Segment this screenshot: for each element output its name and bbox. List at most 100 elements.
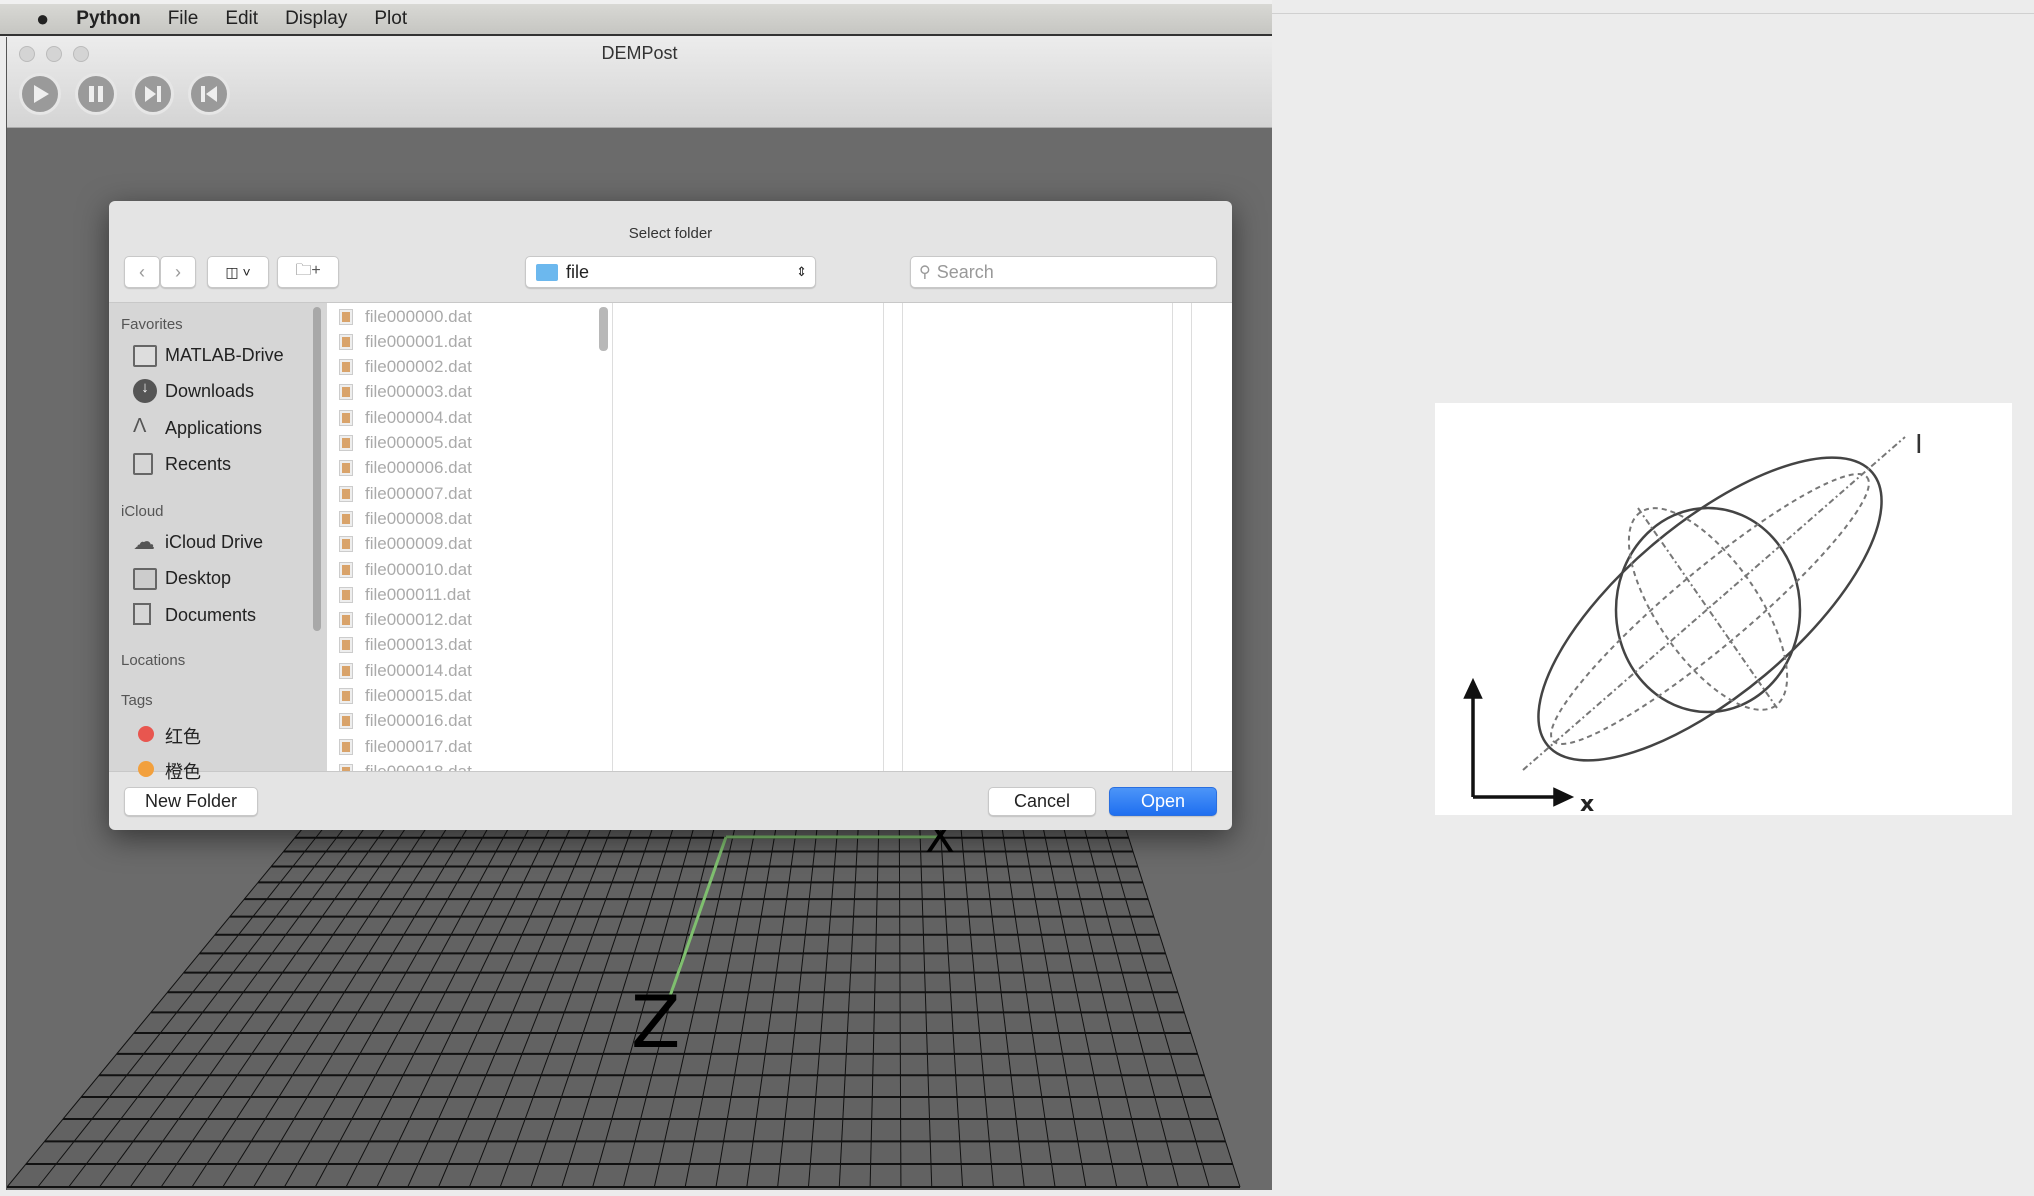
- location-label: file: [566, 261, 590, 282]
- browser-area: Favorites MATLAB-Drive ↓ Downloads Λ App…: [109, 302, 1232, 782]
- principal-axis-line: [1522, 436, 1906, 771]
- dat-file-icon: [339, 384, 353, 401]
- file-row[interactable]: file000018.dat: [328, 759, 472, 771]
- updown-chevron-icon: ⇕: [796, 264, 807, 279]
- ellipsoid-diagram: I x: [1463, 430, 1923, 817]
- file-row[interactable]: file000002.dat: [328, 355, 472, 380]
- file-name: file000006.dat: [365, 458, 472, 478]
- sidebar-item-matlab-drive[interactable]: MATLAB-Drive: [165, 345, 284, 366]
- sidebar-item-desktop[interactable]: Desktop: [165, 568, 231, 589]
- dat-file-icon: [339, 713, 353, 730]
- sidebar-heading-icloud: iCloud: [121, 503, 164, 520]
- orange-tag-icon: [138, 761, 154, 777]
- dat-file-icon: [339, 612, 353, 629]
- dialog-title: Select folder: [628, 225, 713, 242]
- menu-plot[interactable]: Plot: [374, 8, 407, 30]
- file-row[interactable]: file000006.dat: [328, 456, 472, 481]
- file-name: file000011.dat: [365, 584, 471, 604]
- column-divider: [1172, 303, 1173, 771]
- sidebar-item-recents[interactable]: Recents: [165, 454, 231, 475]
- sidebar-tag-orange[interactable]: 橙色: [165, 758, 201, 784]
- file-name: file000002.dat: [365, 357, 472, 377]
- dat-file-icon: [339, 510, 353, 527]
- red-tag-icon: [138, 726, 154, 742]
- back-button[interactable]: ‹: [124, 256, 160, 288]
- file-row[interactable]: file000007.dat: [328, 481, 472, 506]
- location-popup[interactable]: file ⇕: [525, 256, 816, 288]
- applications-icon: Λ: [133, 415, 147, 437]
- file-row[interactable]: file000001.dat: [328, 329, 472, 354]
- file-row[interactable]: file000003.dat: [328, 380, 472, 405]
- file-row[interactable]: file000013.dat: [328, 633, 472, 658]
- menu-app-name[interactable]: Python: [76, 8, 140, 30]
- dat-file-icon: [339, 688, 353, 704]
- dat-file-icon: [339, 308, 353, 325]
- recents-icon: [133, 453, 153, 475]
- minor-axis-line: [1637, 507, 1778, 709]
- dat-file-icon: [339, 586, 353, 603]
- file-row[interactable]: file000010.dat: [328, 557, 472, 582]
- file-name: file000018.dat: [365, 762, 472, 771]
- desktop-icon: [133, 568, 157, 590]
- sidebar-item-applications[interactable]: Applications: [165, 418, 262, 439]
- downloads-icon: ↓: [133, 379, 157, 403]
- view-mode-button[interactable]: ◫ ˅: [207, 256, 269, 288]
- sidebar-item-icloud-drive[interactable]: iCloud Drive: [165, 532, 263, 553]
- apple-icon[interactable]: ●: [36, 6, 49, 32]
- file-name: file000010.dat: [365, 559, 472, 579]
- menu-file[interactable]: File: [168, 8, 199, 30]
- file-name: file000017.dat: [365, 736, 472, 756]
- cloud-icon: ☁: [133, 529, 155, 554]
- file-name: file000000.dat: [365, 306, 472, 326]
- file-name: file000005.dat: [365, 433, 472, 452]
- file-row[interactable]: file000016.dat: [328, 709, 472, 734]
- z-axis-label: Z: [631, 980, 680, 1064]
- floor-plane: [7, 817, 1240, 1187]
- search-input[interactable]: ⚲ Search: [910, 256, 1217, 288]
- new-folder-button[interactable]: New Folder: [124, 787, 258, 816]
- arrow-right-icon: [1553, 787, 1575, 807]
- folder-icon: [536, 263, 558, 281]
- dat-file-icon: [339, 435, 353, 451]
- file-name: file000004.dat: [365, 407, 472, 427]
- sidebar-item-documents[interactable]: Documents: [165, 605, 256, 626]
- sidebar-heading-locations: Locations: [121, 652, 186, 669]
- file-row[interactable]: file000000.dat: [328, 304, 472, 329]
- menu-bar: ● Python File Edit Display Plot: [0, 4, 1272, 36]
- column-divider: [883, 303, 884, 771]
- file-name: file000001.dat: [365, 331, 472, 351]
- file-row[interactable]: file000015.dat: [328, 684, 472, 709]
- file-row[interactable]: file000012.dat: [328, 608, 472, 633]
- principal-axis-label: I: [1915, 430, 1923, 460]
- menu-display[interactable]: Display: [285, 8, 347, 30]
- dat-file-icon: [339, 637, 353, 654]
- file-row[interactable]: file000005.dat: [328, 431, 472, 456]
- documents-icon: [133, 603, 151, 625]
- file-row[interactable]: file000008.dat: [328, 506, 472, 531]
- file-name: file000012.dat: [365, 610, 472, 630]
- menu-edit[interactable]: Edit: [225, 8, 258, 30]
- new-folder-icon-button[interactable]: 🗀+: [277, 256, 339, 288]
- column-divider: [612, 303, 613, 771]
- forward-button[interactable]: ›: [160, 256, 196, 288]
- file-row[interactable]: file000017.dat: [328, 734, 472, 759]
- x-label: x: [1580, 792, 1594, 815]
- dat-file-icon: [339, 662, 353, 679]
- sidebar-item-downloads[interactable]: Downloads: [165, 381, 254, 402]
- open-button[interactable]: Open: [1109, 787, 1217, 816]
- file-row[interactable]: file000004.dat: [328, 405, 472, 430]
- file-row[interactable]: file000011.dat: [328, 582, 471, 607]
- sidebar-tag-red[interactable]: 红色: [165, 723, 201, 749]
- dat-file-icon: [339, 409, 353, 426]
- outer-ellipse: [1537, 456, 1883, 762]
- search-icon: ⚲: [919, 264, 931, 281]
- dat-file-icon: [339, 561, 353, 578]
- sidebar-scrollbar[interactable]: [313, 307, 321, 631]
- file-list-scrollbar[interactable]: [599, 307, 608, 351]
- file-row[interactable]: file000009.dat: [328, 532, 472, 557]
- new-folder-icon: 🗀+: [295, 261, 321, 279]
- file-row[interactable]: file000014.dat: [328, 658, 472, 683]
- cancel-button[interactable]: Cancel: [988, 787, 1096, 816]
- folder-icon: [133, 345, 157, 367]
- file-list: file000000.dat file000001.dat file000002.d…: [328, 303, 612, 771]
